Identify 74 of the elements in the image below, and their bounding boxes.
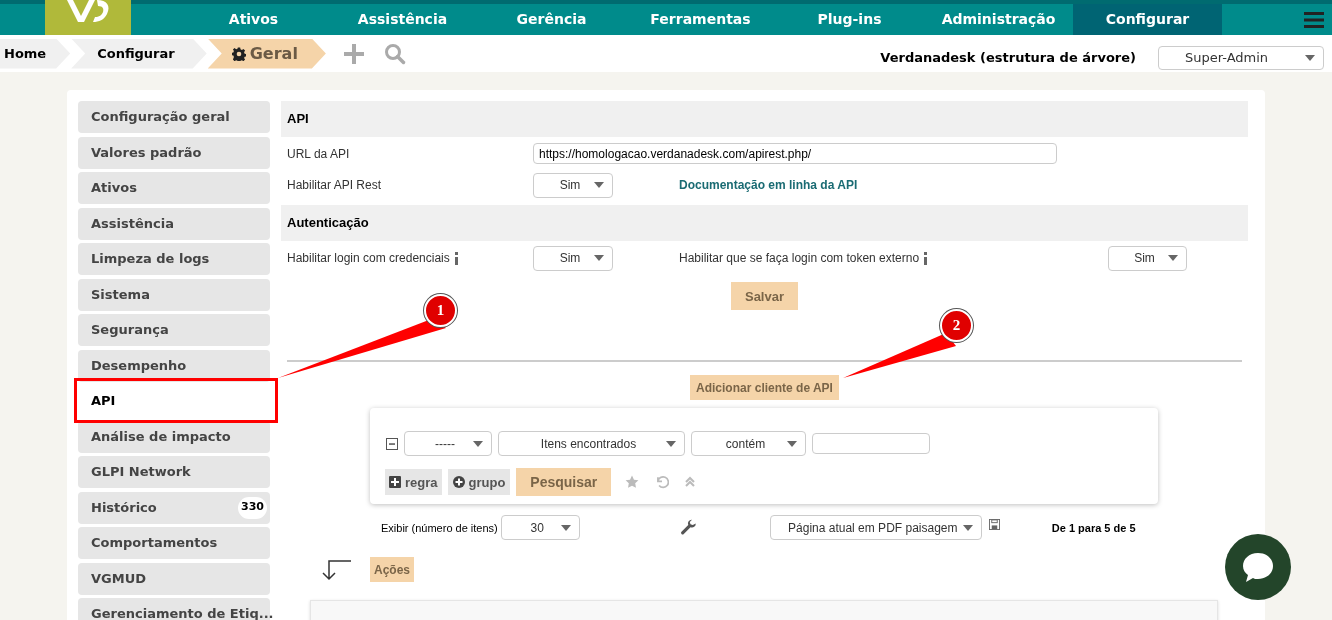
chat-bubble-icon[interactable] — [1225, 534, 1291, 600]
sidebar-tab[interactable]: Comportamentos — [78, 527, 270, 559]
sidebar-tab[interactable]: Histórico 330 — [78, 491, 270, 524]
section-header: Autenticação — [281, 204, 1248, 241]
plus-icon[interactable] — [343, 43, 364, 64]
caret-icon — [473, 441, 483, 447]
breadcrumb-item[interactable]: Geral — [207, 38, 326, 69]
caret-icon — [594, 182, 604, 189]
caret-icon — [1168, 255, 1178, 262]
caret-icon — [666, 441, 676, 447]
caret-icon — [1305, 54, 1315, 61]
save-icon[interactable] — [988, 519, 1000, 531]
url-input-field[interactable]: https://homologacao.verdanadesk.com/apirest.php/ — [533, 143, 1057, 165]
add-client-button[interactable]: Adicionar cliente de API — [690, 375, 839, 401]
search-value-field[interactable] — [812, 433, 930, 455]
nav-menu-item[interactable]: Gerência — [477, 4, 626, 35]
display-count-label: Exibir (número de itens) — [381, 520, 498, 536]
search-icon[interactable] — [383, 42, 406, 65]
collapse-icon[interactable] — [386, 438, 398, 450]
field-label: Habilitar login com credenciais — [287, 249, 533, 268]
add-rule-button[interactable]: regra — [385, 469, 442, 496]
menu-icon[interactable] — [1304, 11, 1324, 28]
operator-select[interactable]: contém — [691, 431, 806, 457]
field-label: Habilitar que se faça login com token externo — [679, 249, 1108, 268]
field-label: Habilitar API Rest — [287, 177, 383, 195]
sidebar-tab[interactable]: GLPI Network — [78, 456, 270, 488]
pagination-text: De 1 para 5 de 5 — [1051, 520, 1136, 536]
yes-no-select[interactable]: Sim — [533, 172, 613, 198]
entity-label: Verdanadesk (estrutura de árvore) — [880, 48, 1136, 67]
caret-icon — [560, 524, 571, 531]
nav-menu-item[interactable]: Administração — [924, 4, 1073, 35]
field-label: URL da API — [287, 145, 351, 163]
nav-menu-item[interactable]: Ferramentas — [626, 4, 775, 35]
profile-select[interactable]: Super-Admin — [1158, 45, 1324, 70]
info-icon — [453, 251, 459, 265]
nav-menu-item[interactable]: Configurar — [1073, 4, 1222, 35]
count-badge: 330 — [238, 496, 267, 519]
actions-button[interactable]: Ações — [370, 557, 415, 583]
star-icon[interactable] — [625, 475, 640, 490]
nav-menu-item[interactable]: Plug-ins — [775, 4, 924, 35]
section-header: API — [281, 101, 1248, 138]
page-size-select[interactable]: 30 — [500, 515, 580, 541]
breadcrumb-item[interactable]: Configurar — [71, 38, 207, 69]
caret-icon — [787, 441, 797, 447]
wrench-icon[interactable] — [679, 518, 698, 537]
nav-menu-item[interactable]: Assistência — [328, 4, 477, 35]
sidebar-tab[interactable]: VGMUD — [78, 562, 270, 595]
sidebar-tab[interactable]: Ativos — [78, 172, 270, 204]
sidebar-tab[interactable]: Valores padrão — [78, 136, 270, 169]
field-select[interactable]: ----- — [404, 431, 492, 457]
sidebar-tab[interactable]: Sistema — [78, 278, 270, 311]
caret-icon — [962, 524, 973, 531]
chevrons-up-icon[interactable] — [685, 476, 696, 489]
info-icon — [923, 251, 929, 265]
nav-menu-item[interactable]: Ativos — [179, 4, 328, 35]
yes-no-select[interactable]: Sim — [533, 245, 613, 271]
plus-square-icon — [389, 476, 401, 489]
sidebar-tab[interactable]: Assistência — [78, 207, 270, 240]
criteria-select[interactable]: Itens encontrados — [498, 431, 685, 457]
sidebar-tab[interactable]: Configuração geral — [78, 101, 270, 133]
caret-icon — [594, 255, 604, 262]
breadcrumb-item[interactable]: Home — [0, 38, 71, 69]
search-button[interactable]: Pesquisar — [516, 468, 612, 497]
plus-circle-icon — [452, 476, 465, 489]
documentation-link[interactable]: Documentação em linha da API — [679, 176, 858, 195]
sidebar-tab[interactable]: Desempenho — [78, 349, 270, 382]
undo-icon[interactable] — [655, 475, 670, 490]
save-button[interactable]: Salvar — [730, 282, 798, 311]
sidebar-tab[interactable]: Segurança — [78, 314, 270, 346]
export-select[interactable]: Página atual em PDF paisagem — [769, 515, 982, 541]
gear-icon — [231, 46, 246, 61]
add-group-button[interactable]: grupo — [447, 469, 511, 496]
sidebar-tab[interactable]: Limpeza de logs — [78, 243, 270, 275]
yes-no-select[interactable]: Sim — [1108, 245, 1187, 271]
